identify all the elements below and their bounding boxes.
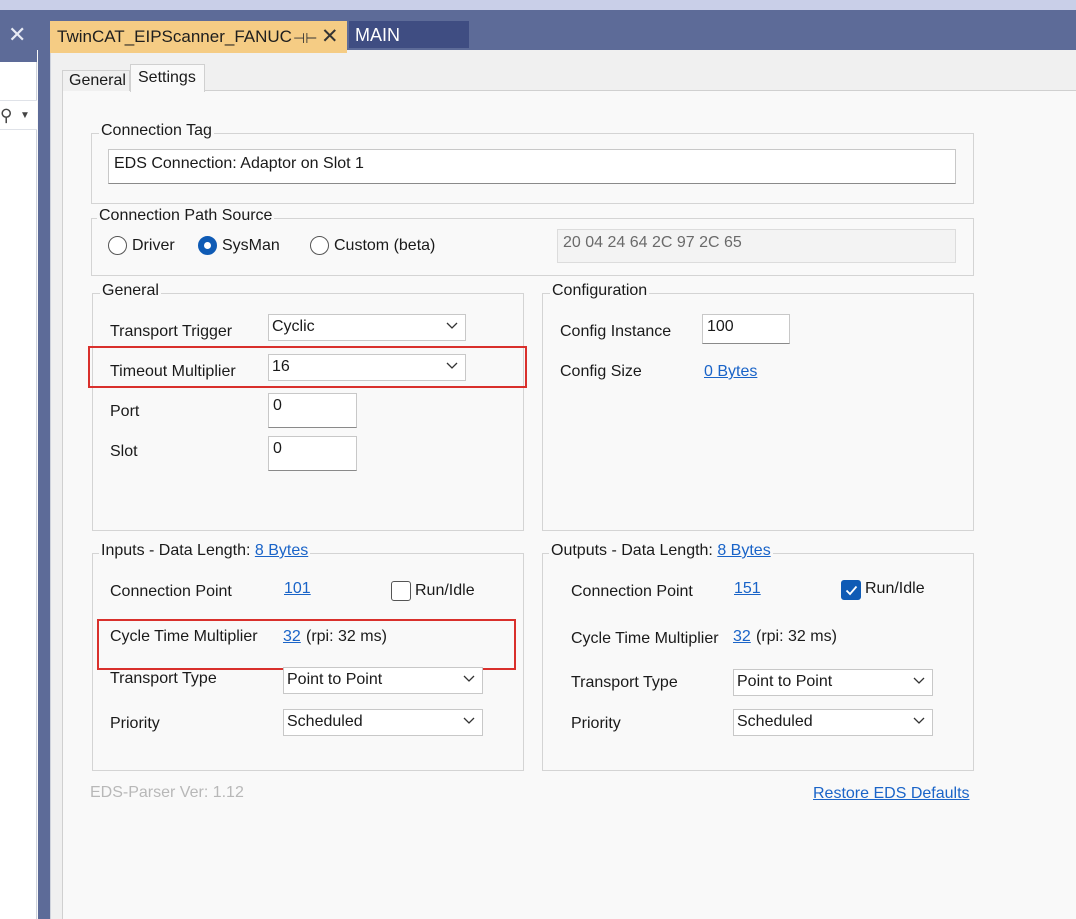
checkmark-icon [845,585,858,596]
connection-tag-value: EDS Connection: Adaptor on Slot 1 [114,155,364,172]
slot-field[interactable]: 0 [268,436,357,471]
group-legend: General [100,282,161,300]
radio-sysman[interactable] [198,236,217,255]
search-icon[interactable]: ⚲ [0,106,12,126]
outputs-transport-type-combo[interactable]: Point to Point [733,669,933,696]
chevron-down-icon [913,717,925,724]
inputs-data-length-link[interactable]: 8 Bytes [255,542,308,559]
left-tool-panel [0,10,37,919]
config-instance-label: Config Instance [560,323,672,340]
connection-tag-field[interactable]: EDS Connection: Adaptor on Slot 1 [108,149,956,184]
inputs-connection-point-link[interactable]: 101 [284,580,311,598]
eds-parser-version: EDS-Parser Ver: 1.12 [90,784,244,801]
panel-splitter[interactable] [38,50,50,919]
chevron-down-icon [463,675,475,682]
outputs-priority-label: Priority [571,715,621,732]
window-top-strip [0,0,1076,10]
transport-trigger-label: Transport Trigger [110,323,233,340]
combo-value: Point to Point [737,673,833,690]
doc-tab-label: MAIN [355,25,400,45]
chevron-down-icon [446,322,458,329]
radio-custom-label[interactable]: Custom (beta) [334,237,435,255]
close-icon[interactable]: ✕ [321,24,339,49]
radio-driver-label[interactable]: Driver [132,237,175,255]
tab-label: General [69,72,126,89]
inputs-transport-type-combo[interactable]: Point to Point [283,667,483,694]
chevron-down-icon[interactable]: ▼ [20,110,30,121]
connection-path-value: 20 04 24 64 2C 97 2C 65 [563,234,742,251]
slot-value: 0 [273,440,282,457]
inputs-transport-type-label: Transport Type [110,670,217,687]
inputs-run-idle-checkbox[interactable] [391,581,411,601]
port-field[interactable]: 0 [268,393,357,428]
outputs-cycle-time-label: Cycle Time Multiplier [571,630,719,647]
tab-settings[interactable]: Settings [130,64,205,92]
outputs-rpi-text: (rpi: 32 ms) [756,628,837,645]
outputs-connection-point-link[interactable]: 151 [734,580,761,598]
outputs-connection-point-label: Connection Point [571,583,693,600]
outputs-cycle-time-link[interactable]: 32 [733,628,751,646]
doc-tab-main[interactable]: MAIN [349,21,469,48]
transport-trigger-combo[interactable]: Cyclic [268,314,466,341]
outputs-legend-text: Outputs - Data Length: [551,542,718,559]
group-legend: Outputs - Data Length: 8 Bytes [549,542,773,560]
inputs-priority-label: Priority [110,715,160,732]
outputs-data-length-link[interactable]: 8 Bytes [717,542,770,559]
radio-custom[interactable] [310,236,329,255]
pin-icon[interactable]: ⊣⊢ [293,30,317,47]
outputs-run-idle-label[interactable]: Run/Idle [865,580,925,598]
inputs-connection-point-label: Connection Point [110,583,232,600]
doc-tab-twincat-project[interactable]: TwinCAT_EIPScanner_FANUC ⊣⊢ ✕ [50,21,347,53]
connection-path-field: 20 04 24 64 2C 97 2C 65 [557,229,956,263]
combo-value: Point to Point [287,671,383,688]
port-value: 0 [273,397,282,414]
highlight-timeout-multiplier [88,346,527,388]
inputs-run-idle-label[interactable]: Run/Idle [415,582,475,600]
group-legend: Inputs - Data Length: 8 Bytes [99,542,311,560]
tab-general[interactable]: General [62,70,130,91]
doc-tab-label: TwinCAT_EIPScanner_FANUC [57,27,292,46]
chevron-down-icon [913,677,925,684]
radio-driver[interactable] [108,236,127,255]
tab-label: Settings [138,69,196,86]
config-instance-field[interactable]: 100 [702,314,790,344]
close-icon[interactable]: ✕ [8,24,26,46]
radio-sysman-label[interactable]: SysMan [222,237,280,255]
port-label: Port [110,403,140,420]
outputs-transport-type-label: Transport Type [571,674,678,691]
inputs-legend-text: Inputs - Data Length: [101,542,255,559]
group-legend: Connection Tag [99,122,214,140]
inputs-priority-combo[interactable]: Scheduled [283,709,483,736]
slot-label: Slot [110,443,138,460]
group-legend: Configuration [550,282,650,300]
combo-value: Cyclic [272,318,315,335]
combo-value: Scheduled [737,713,813,730]
outputs-run-idle-checkbox[interactable] [841,580,861,600]
chevron-down-icon [463,717,475,724]
left-panel-search[interactable]: ⚲ ▼ [0,100,37,130]
config-size-link[interactable]: 0 Bytes [704,363,757,381]
highlight-cycle-time-multiplier [97,619,516,670]
restore-eds-defaults-link[interactable]: Restore EDS Defaults [813,785,970,803]
config-instance-value: 100 [707,318,734,335]
outputs-priority-combo[interactable]: Scheduled [733,709,933,736]
config-size-label: Config Size [560,363,642,380]
combo-value: Scheduled [287,713,363,730]
group-legend: Connection Path Source [97,207,275,225]
